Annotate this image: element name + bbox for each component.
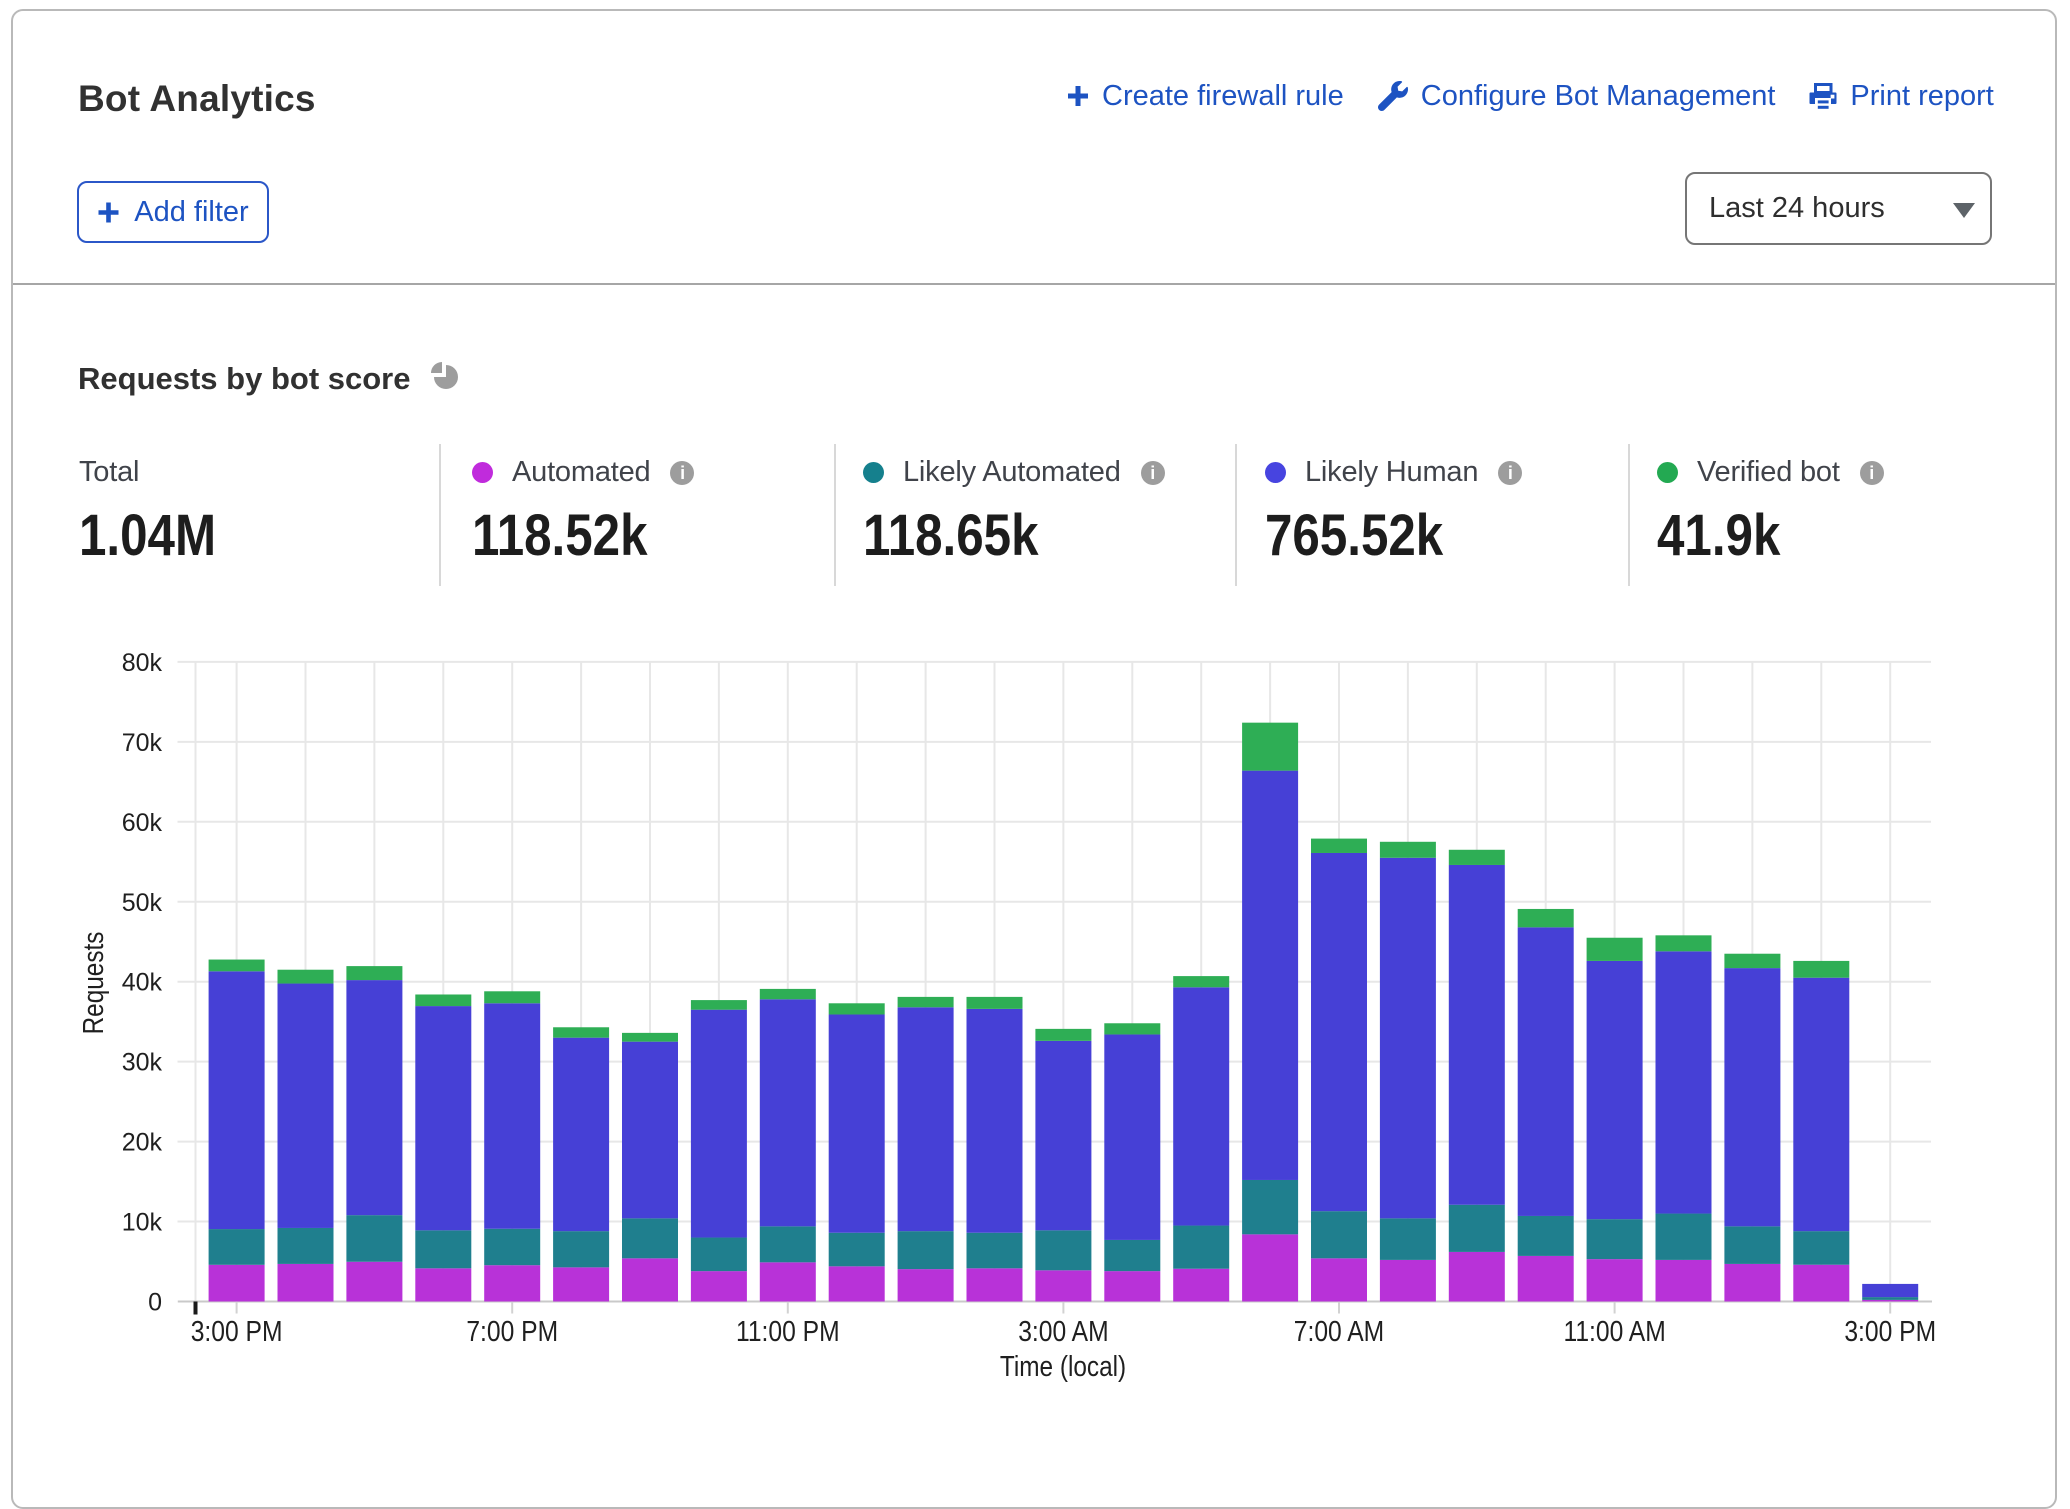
- svg-text:20k: 20k: [122, 1129, 163, 1157]
- svg-text:50k: 50k: [122, 889, 163, 917]
- svg-text:60k: 60k: [122, 809, 163, 837]
- svg-text:3:00 PM: 3:00 PM: [1844, 1315, 1936, 1347]
- svg-text:80k: 80k: [122, 649, 163, 677]
- svg-text:40k: 40k: [122, 969, 163, 997]
- svg-text:3:00 PM: 3:00 PM: [191, 1315, 283, 1347]
- svg-text:10k: 10k: [122, 1209, 163, 1237]
- svg-text:11:00 PM: 11:00 PM: [736, 1315, 840, 1347]
- svg-text:7:00 AM: 7:00 AM: [1294, 1315, 1384, 1347]
- svg-text:0: 0: [148, 1289, 162, 1317]
- svg-text:Requests: Requests: [77, 932, 109, 1035]
- svg-text:70k: 70k: [122, 729, 163, 757]
- svg-text:30k: 30k: [122, 1049, 163, 1077]
- svg-text:Time (local): Time (local): [1000, 1350, 1126, 1382]
- svg-text:3:00 AM: 3:00 AM: [1018, 1315, 1108, 1347]
- svg-text:11:00 AM: 11:00 AM: [1563, 1315, 1665, 1347]
- svg-text:7:00 PM: 7:00 PM: [466, 1315, 558, 1347]
